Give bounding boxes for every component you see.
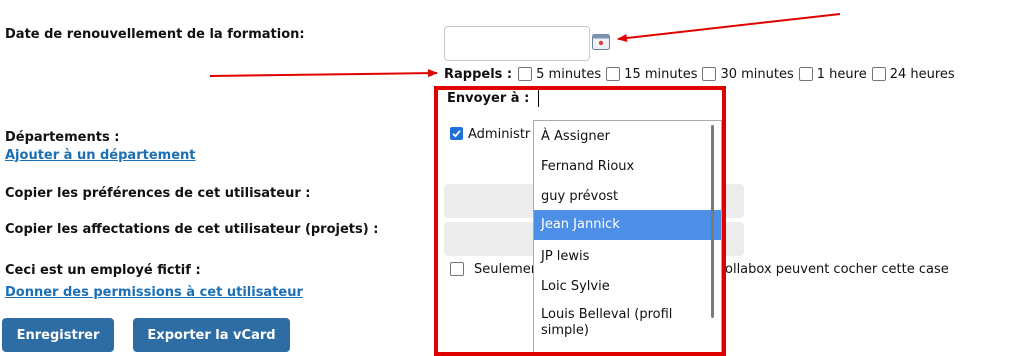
annotation-arrow-calendar xyxy=(617,13,841,42)
annotation-arrows xyxy=(209,13,841,78)
annotation-arrow-reminders xyxy=(209,69,438,78)
